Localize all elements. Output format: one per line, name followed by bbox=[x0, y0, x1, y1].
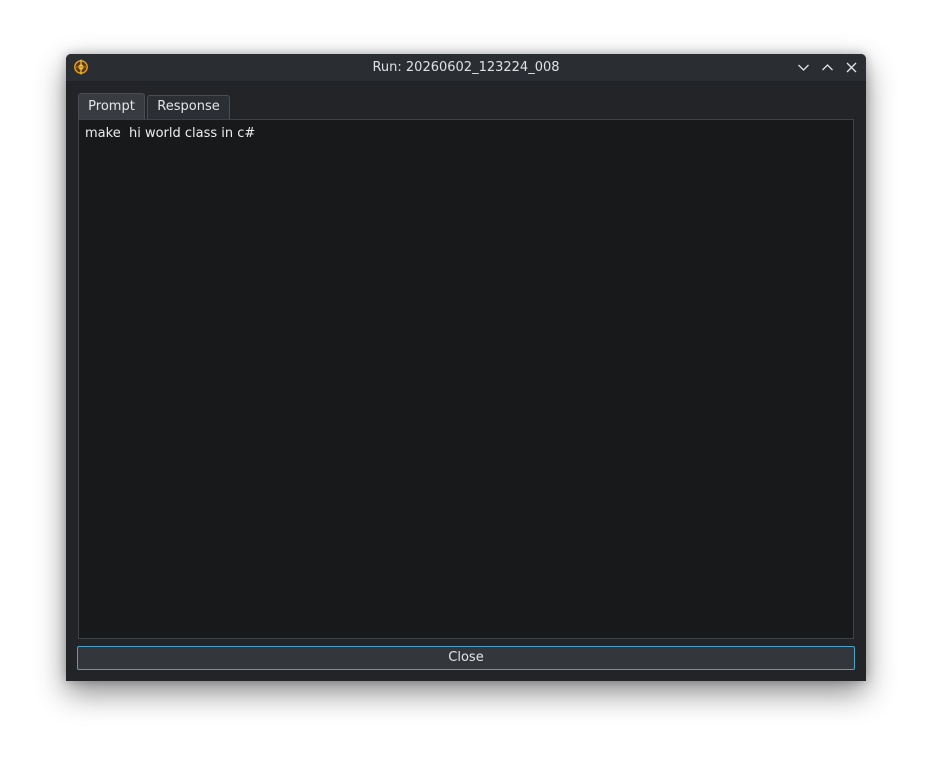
chevron-down-icon bbox=[798, 64, 809, 71]
chevron-up-icon bbox=[822, 64, 833, 71]
minimize-button[interactable] bbox=[795, 59, 812, 76]
app-logo-icon bbox=[73, 59, 89, 75]
maximize-button[interactable] bbox=[819, 59, 836, 76]
tab-prompt[interactable]: Prompt bbox=[78, 93, 145, 119]
prompt-text-area[interactable]: make hi world class in c# bbox=[78, 119, 854, 639]
title-bar[interactable]: Run: 20260602_123224_008 bbox=[66, 54, 866, 81]
window-close-button[interactable] bbox=[843, 59, 860, 76]
run-dialog-window: Run: 20260602_123224_008 Prompt Response… bbox=[66, 54, 866, 681]
tab-response[interactable]: Response bbox=[147, 95, 230, 119]
window-title: Run: 20260602_123224_008 bbox=[372, 60, 560, 75]
prompt-text: make hi world class in c# bbox=[85, 126, 256, 141]
close-button[interactable]: Close bbox=[77, 646, 855, 670]
close-icon bbox=[846, 62, 857, 73]
